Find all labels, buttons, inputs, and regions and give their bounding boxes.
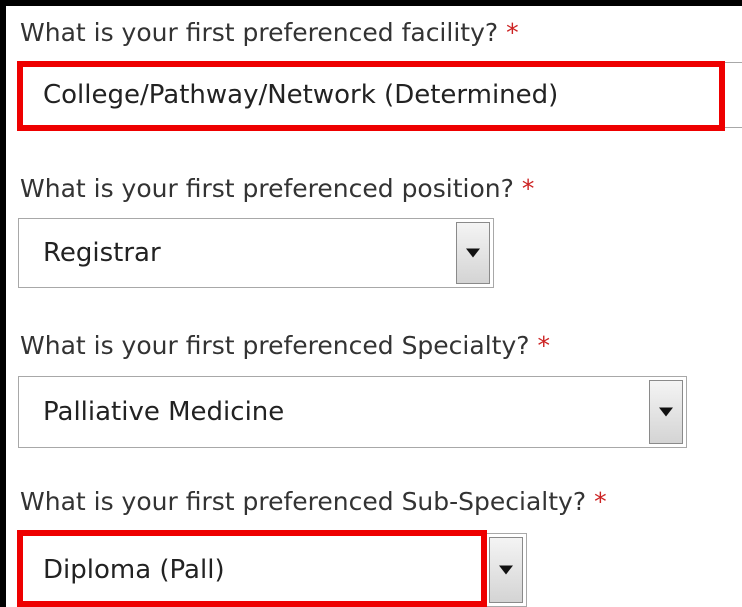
chevron-down-icon bbox=[499, 565, 513, 575]
specialty-question-text: What is your first preferenced Specialty… bbox=[20, 331, 530, 360]
screenshot-canvas: What is your first preferenced facility?… bbox=[0, 0, 742, 607]
chevron-down-icon bbox=[659, 407, 673, 417]
required-asterisk: * bbox=[537, 331, 551, 360]
position-selected-value: Registrar bbox=[43, 238, 161, 268]
specialty-question-label: What is your first preferenced Specialty… bbox=[20, 331, 550, 360]
chevron-down-icon bbox=[466, 248, 480, 258]
sub-specialty-question-label: What is your first preferenced Sub-Speci… bbox=[20, 487, 607, 516]
position-dropdown-button[interactable] bbox=[456, 222, 490, 284]
required-asterisk: * bbox=[506, 18, 519, 47]
sub-specialty-select[interactable]: Diploma (Pall) bbox=[18, 533, 527, 607]
facility-select[interactable]: College/Pathway/Network (Determined) bbox=[18, 62, 742, 128]
specialty-select[interactable]: Palliative Medicine bbox=[18, 376, 687, 448]
position-question-text: What is your first preferenced position? bbox=[20, 174, 514, 203]
sub-specialty-selected-value: Diploma (Pall) bbox=[43, 555, 225, 585]
facility-selected-value: College/Pathway/Network (Determined) bbox=[43, 80, 559, 110]
required-asterisk: * bbox=[594, 487, 607, 516]
specialty-selected-value: Palliative Medicine bbox=[43, 397, 285, 427]
sub-specialty-question-text: What is your first preferenced Sub-Speci… bbox=[20, 487, 587, 516]
position-select[interactable]: Registrar bbox=[18, 218, 494, 288]
sub-specialty-dropdown-button[interactable] bbox=[489, 537, 523, 603]
required-asterisk: * bbox=[521, 174, 535, 203]
position-question-label: What is your first preferenced position?… bbox=[20, 174, 534, 203]
specialty-dropdown-button[interactable] bbox=[649, 380, 683, 444]
facility-question-label: What is your first preferenced facility?… bbox=[20, 18, 519, 47]
facility-question-text: What is your first preferenced facility? bbox=[20, 18, 499, 47]
